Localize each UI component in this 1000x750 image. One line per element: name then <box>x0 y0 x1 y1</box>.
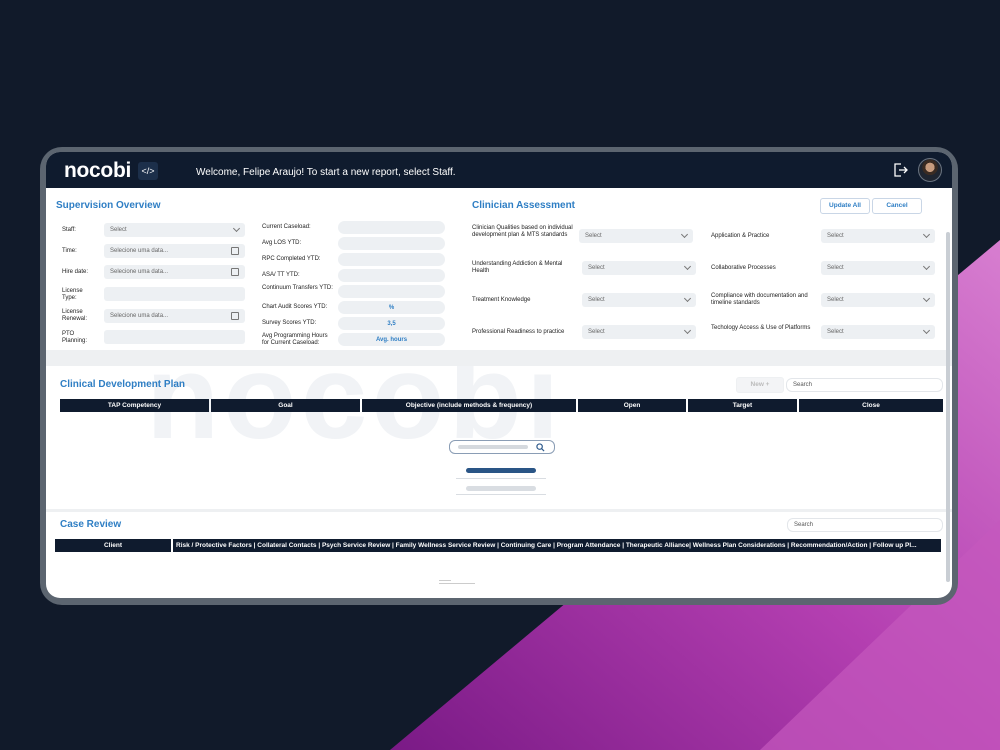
empty-state-bar <box>466 486 536 491</box>
pto-planning-field[interactable] <box>104 330 245 344</box>
avatar[interactable] <box>918 158 942 182</box>
assessment-label: Clinician Qualities based on individual … <box>472 225 573 238</box>
cdp-column-header[interactable]: Goal <box>211 399 360 412</box>
metric-label: Current Caseload: <box>262 224 311 230</box>
case-column-header[interactable]: Risk / Protective Factors | Collateral C… <box>173 539 941 552</box>
metric-value <box>338 221 445 234</box>
app-logo: nocobi <box>64 159 132 182</box>
metric-label: Chart Audit Scores YTD: <box>262 304 328 310</box>
chevron-down-icon <box>922 294 931 303</box>
time-date-input[interactable]: Selecione uma data... <box>104 244 245 258</box>
divider <box>456 494 546 495</box>
chevron-down-icon <box>680 230 689 239</box>
case-column-header[interactable]: Client <box>55 539 171 552</box>
metric-value <box>338 253 445 266</box>
assessment-select[interactable]: Select <box>821 325 935 339</box>
chevron-down-icon <box>922 326 931 335</box>
cdp-search-input[interactable]: Search <box>786 378 943 392</box>
field-label: License Type: <box>62 288 83 301</box>
field-label: License Renewal: <box>62 309 88 322</box>
assessment-select[interactable]: Select <box>821 229 935 243</box>
main-content: nocobi Supervision Overview Staff: Selec… <box>46 188 952 598</box>
chevron-down-icon <box>232 224 241 233</box>
assessment-select[interactable]: Select <box>582 325 696 339</box>
chevron-down-icon <box>683 294 692 303</box>
divider <box>439 580 451 581</box>
metric-label: Avg Programming Hours for Current Caselo… <box>262 333 328 346</box>
assessment-label: Understanding Addiction & Mental Health <box>472 261 563 274</box>
assessment-select[interactable]: Select <box>582 261 696 275</box>
metric-label: ASA/ TT YTD: <box>262 272 300 278</box>
app-window: nocobi </> Welcome, Felipe Araujo! To st… <box>46 152 952 598</box>
top-bar: nocobi </> Welcome, Felipe Araujo! To st… <box>46 152 952 188</box>
metric-value-chart-audit: % <box>338 301 445 314</box>
metric-value-avg-hours: Avg. hours <box>338 333 445 346</box>
assessment-label: Techology Access & Use of Platforms <box>711 325 811 331</box>
metric-label: Survey Scores YTD: <box>262 320 317 326</box>
calendar-icon <box>231 312 239 320</box>
section-divider <box>46 509 952 512</box>
metric-value <box>338 285 445 298</box>
assessment-label: Collaborative Processes <box>711 265 776 271</box>
staff-select[interactable]: Select <box>104 223 245 237</box>
search-icon <box>536 443 545 452</box>
new-plan-button[interactable]: New + <box>736 377 784 393</box>
assessment-label: Application & Practice <box>711 233 770 239</box>
calendar-icon <box>231 268 239 276</box>
cdp-column-header[interactable]: TAP Competency <box>60 399 209 412</box>
license-renewal-input[interactable]: Selecione uma data... <box>104 309 245 323</box>
chevron-down-icon <box>922 230 931 239</box>
assessment-label: Treatment Knowledge <box>472 297 531 303</box>
assessment-select[interactable]: Select <box>821 293 935 307</box>
assessment-title: Clinician Assessment <box>472 200 576 211</box>
cdp-column-header[interactable]: Objective (include methods & frequency) <box>362 399 576 412</box>
metric-label: Continuum Transfers YTD: <box>262 285 333 291</box>
chevron-down-icon <box>922 262 931 271</box>
logout-icon[interactable] <box>892 162 908 178</box>
field-label: Hire date: <box>62 269 89 275</box>
calendar-icon <box>231 247 239 255</box>
field-label: PTO Planning: <box>62 331 88 344</box>
code-icon: </> <box>138 162 158 180</box>
empty-state-search <box>449 440 555 454</box>
metric-value <box>338 269 445 282</box>
divider <box>439 583 475 584</box>
metric-label: RPC Completed YTD: <box>262 256 321 262</box>
assessment-select[interactable]: Select <box>821 261 935 275</box>
hire-date-input[interactable]: Selecione uma data... <box>104 265 245 279</box>
welcome-message: Welcome, Felipe Araujo! To start a new r… <box>196 167 456 178</box>
empty-state-bar <box>466 468 536 473</box>
cdp-column-header[interactable]: Close <box>799 399 943 412</box>
assessment-select[interactable]: Select <box>582 293 696 307</box>
metric-value <box>338 237 445 250</box>
cancel-button[interactable]: Cancel <box>872 198 922 214</box>
case-review-title: Case Review <box>60 519 122 530</box>
divider <box>456 478 546 479</box>
field-label: Time: <box>62 248 77 254</box>
license-type-field[interactable] <box>104 287 245 301</box>
chevron-down-icon <box>683 262 692 271</box>
field-label: Staff: <box>62 227 76 233</box>
cdp-column-header[interactable]: Target <box>688 399 797 412</box>
cdp-column-header[interactable]: Open <box>578 399 686 412</box>
update-all-button[interactable]: Update All <box>820 198 870 214</box>
assessment-label: Compliance with documentation and timeli… <box>711 293 808 306</box>
scrollbar[interactable] <box>946 232 950 582</box>
chevron-down-icon <box>683 326 692 335</box>
supervision-title: Supervision Overview <box>56 200 161 211</box>
assessment-select[interactable]: Select <box>579 229 693 243</box>
metric-value-survey: 3,5 <box>338 317 445 330</box>
metric-label: Avg LOS YTD: <box>262 240 302 246</box>
section-divider <box>46 350 952 366</box>
assessment-label: Professional Readiness to practice <box>472 329 565 335</box>
case-review-search-input[interactable]: Search <box>787 518 943 532</box>
cdp-title: Clinical Development Plan <box>60 379 186 390</box>
